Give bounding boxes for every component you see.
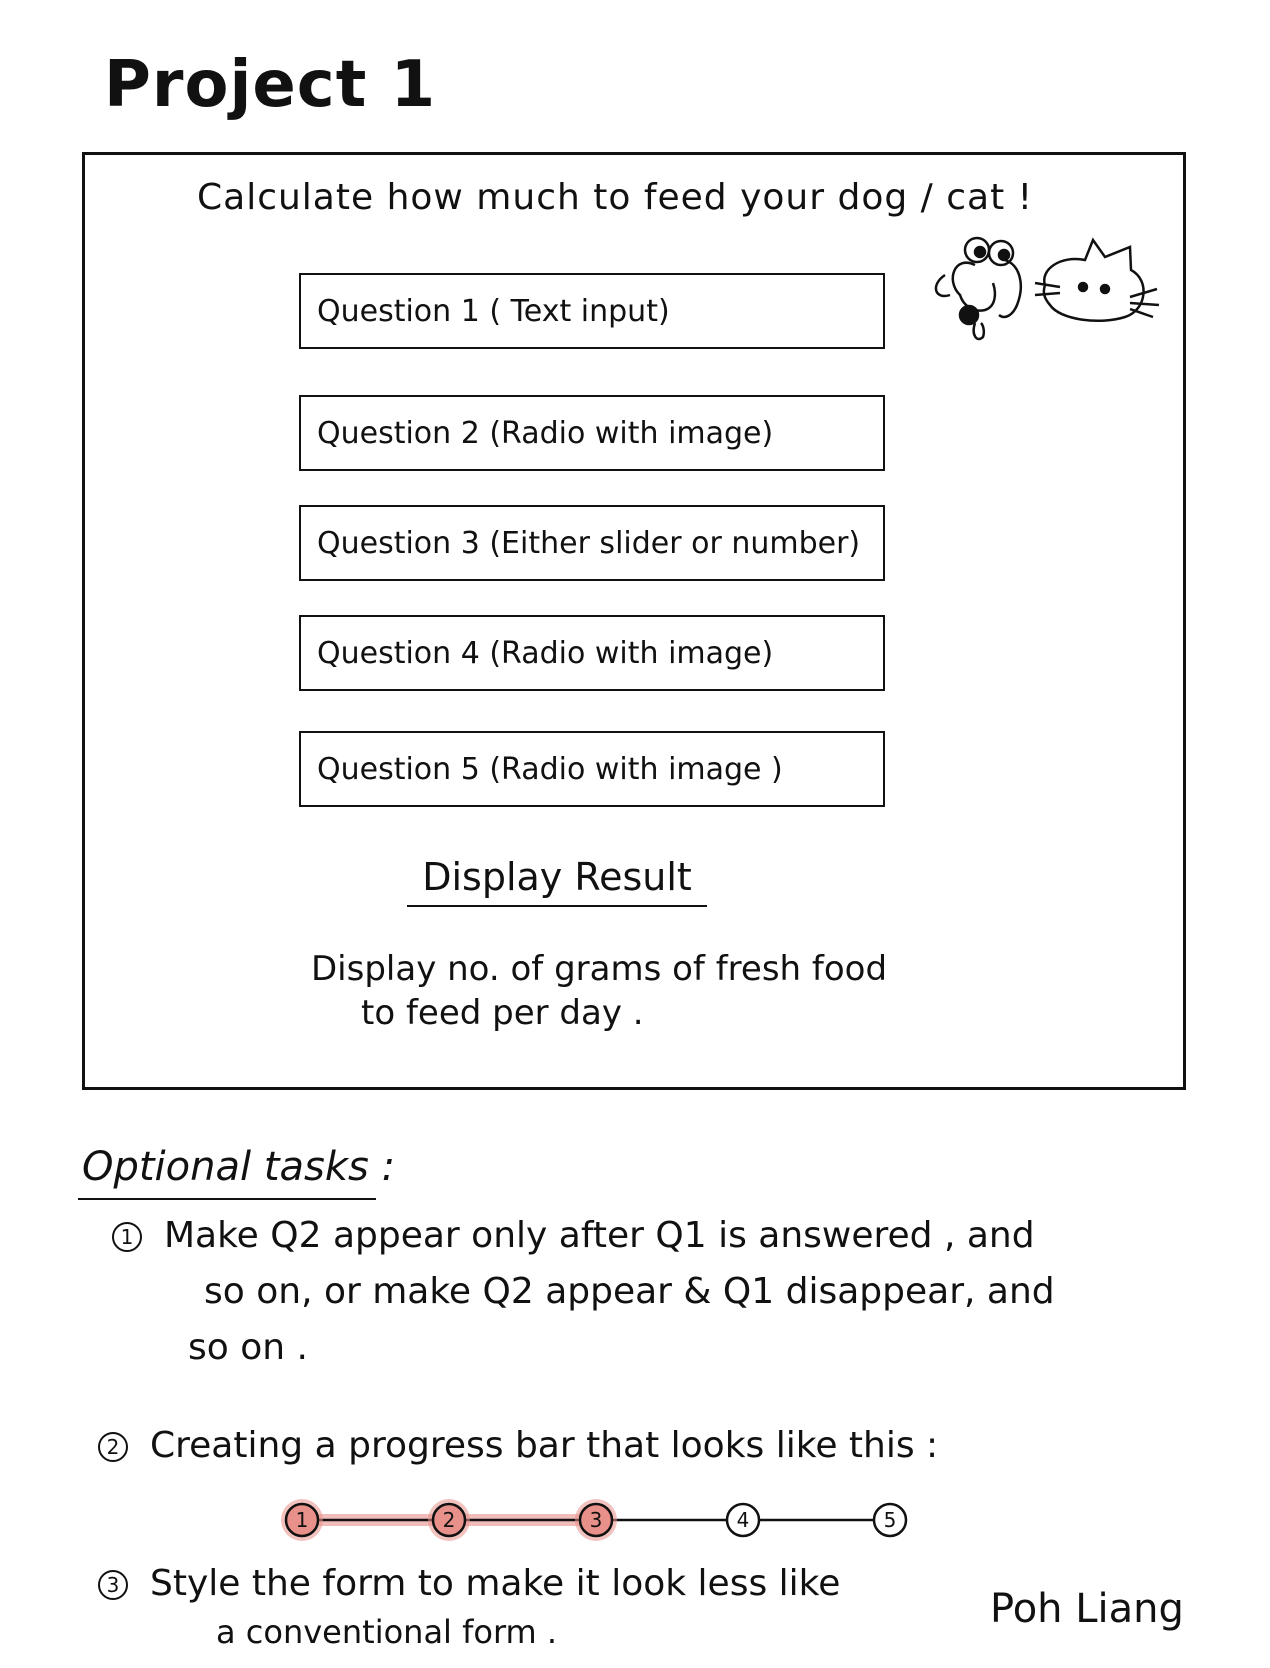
form-mockup-frame: Calculate how much to feed your dog / ca… bbox=[82, 152, 1186, 1090]
result-heading: Display Result bbox=[407, 855, 707, 907]
task-2-text: Creating a progress bar that looks like … bbox=[150, 1425, 939, 1466]
task-3-number: 3 bbox=[98, 1570, 128, 1600]
optional-task-2: 2 Creating a progress bar that looks like… bbox=[98, 1418, 1198, 1474]
question-2-box[interactable]: Question 2 (Radio with image) bbox=[299, 395, 885, 471]
task-1-line-1: 1 Make Q2 appear only after Q1 is answere… bbox=[112, 1208, 1212, 1264]
task-1-line-3: so on . bbox=[188, 1327, 308, 1368]
project-title: Project 1 bbox=[104, 48, 437, 122]
optional-tasks-underline bbox=[78, 1198, 376, 1200]
progress-step-label: 2 bbox=[443, 1508, 456, 1532]
task-3-text-1: Style the form to make it look less like bbox=[150, 1563, 841, 1604]
page-heading: Calculate how much to feed your dog / ca… bbox=[197, 177, 1034, 218]
result-text-line-1: Display no. of grams of fresh food bbox=[311, 949, 888, 989]
progress-step-label: 1 bbox=[296, 1508, 309, 1532]
task-2-number: 2 bbox=[98, 1432, 128, 1462]
question-2-label: Question 2 (Radio with image) bbox=[317, 415, 774, 451]
pets-sketch bbox=[934, 236, 1160, 341]
question-3-box[interactable]: Question 3 (Either slider or number) bbox=[299, 505, 885, 581]
question-1-box[interactable]: Question 1 ( Text input) bbox=[299, 273, 885, 349]
question-4-box[interactable]: Question 4 (Radio with image) bbox=[299, 615, 885, 691]
result-text-line-2: to feed per day . bbox=[361, 993, 644, 1033]
question-4-label: Question 4 (Radio with image) bbox=[317, 635, 774, 671]
question-1-label: Question 1 ( Text input) bbox=[317, 293, 670, 329]
task-1-line-2: so on, or make Q2 appear & Q1 disappear,… bbox=[204, 1271, 1055, 1312]
optional-task-3: 3 Style the form to make it look less lik… bbox=[98, 1556, 978, 1652]
progress-step-label: 4 bbox=[737, 1508, 750, 1532]
question-5-box[interactable]: Question 5 (Radio with image ) bbox=[299, 731, 885, 807]
author-signature: Poh Liang bbox=[990, 1586, 1184, 1632]
task-1-number: 1 bbox=[112, 1222, 142, 1252]
question-5-label: Question 5 (Radio with image ) bbox=[317, 751, 783, 787]
progress-bar-sketch: 1 2 3 4 5 bbox=[281, 1499, 908, 1541]
progress-step-label: 5 bbox=[884, 1508, 897, 1532]
progress-step-label: 3 bbox=[590, 1508, 603, 1532]
cat-sketch-icon bbox=[1034, 237, 1160, 323]
task-1-text-1: Make Q2 appear only after Q1 is answered… bbox=[164, 1215, 1035, 1256]
task-3-line-2: a conventional form . bbox=[216, 1613, 558, 1651]
result-description: Display no. of grams of fresh food to fe… bbox=[311, 947, 1011, 1035]
question-3-label: Question 3 (Either slider or number) bbox=[317, 525, 861, 561]
task-3-line-1: 3 Style the form to make it look less lik… bbox=[98, 1556, 978, 1612]
optional-tasks-heading: Optional tasks : bbox=[82, 1144, 396, 1190]
dog-sketch-icon bbox=[934, 236, 1022, 341]
optional-task-1: 1 Make Q2 appear only after Q1 is answere… bbox=[112, 1208, 1212, 1376]
